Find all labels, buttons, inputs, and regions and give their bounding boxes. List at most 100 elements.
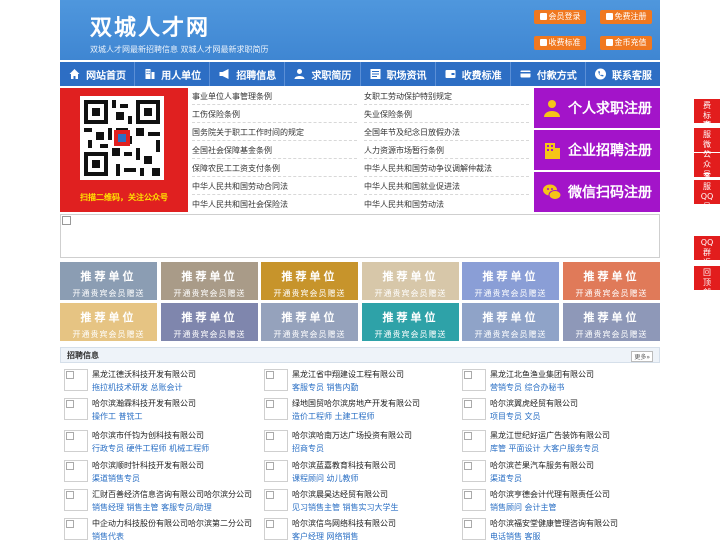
company-logo[interactable] (264, 460, 288, 482)
job-listing[interactable]: 黑龙江世纪好运广告装饰有限公司 库管 平面设计 大客户服务专员 (458, 428, 654, 456)
price-icon (539, 39, 547, 46)
qr-code-icon (80, 96, 164, 180)
law-link[interactable]: 中华人民共和国劳动法 (364, 199, 444, 210)
company-logo[interactable] (264, 369, 288, 391)
nav-news[interactable]: 职场资讯 (361, 62, 436, 86)
job-listing[interactable]: 哈尔滨顺时针科技开发有限公司 渠道销售专员 (60, 458, 256, 486)
law-link[interactable]: 中华人民共和国就业促进法 (364, 181, 460, 192)
company-register-button[interactable]: 企业招聘注册 (534, 130, 660, 170)
divider (364, 140, 529, 141)
pricing-button[interactable]: 收费标准 (534, 36, 586, 50)
company-logo[interactable] (462, 430, 486, 452)
law-link[interactable]: 中华人民共和国社会保险法 (192, 199, 288, 210)
info-section: 扫描二维码，关注公众号 事业单位人事管理条例 工伤保险条例 国务院关于职工工作时… (60, 88, 660, 212)
law-link[interactable]: 女职工劳动保护特别规定 (364, 91, 452, 102)
recommend-tile[interactable]: 推荐单位 开通贵宾会员赠送 (362, 262, 459, 300)
nav-employers[interactable]: 用人单位 (135, 62, 211, 86)
job-listing[interactable]: 黑龙江德沃科技开发有限公司 拖拉机技术研发 总账会计 (60, 367, 256, 395)
main-nav: 网站首页 用人单位 招聘信息 求职简历 职场资讯 收费标准 付款方式 联系客服 (60, 62, 660, 86)
nav-payment[interactable]: 付款方式 (511, 62, 586, 86)
recommend-tile[interactable]: 推荐单位 开通贵宾会员赠送 (462, 262, 559, 300)
login-button[interactable]: 会员登录 (534, 10, 586, 24)
company-logo[interactable] (462, 398, 486, 420)
float-back-to-top[interactable]: 返回顶部 (694, 258, 720, 297)
wechat-register-button[interactable]: 微信扫码注册 (534, 172, 660, 212)
personal-register-button[interactable]: 个人求职注册 (534, 88, 660, 128)
divider (192, 104, 357, 105)
float-qq-group[interactable]: QQ群 (694, 236, 720, 260)
nav-jobs[interactable]: 招聘信息 (210, 62, 286, 86)
nav-pricing[interactable]: 收费标准 (436, 62, 511, 86)
wallet-icon (445, 70, 456, 78)
company-logo[interactable] (462, 518, 486, 540)
company-logo[interactable] (64, 430, 88, 452)
company-logo[interactable] (264, 489, 288, 511)
recharge-button[interactable]: 金币充值 (600, 36, 652, 50)
company-logo[interactable] (64, 518, 88, 540)
company-logo[interactable] (462, 489, 486, 511)
law-link[interactable]: 全国年节及纪念日放假办法 (364, 127, 460, 138)
law-link[interactable]: 中华人民共和国劳动争议调解仲裁法 (364, 163, 492, 174)
recommend-tile[interactable]: 推荐单位 开通贵宾会员赠送 (161, 303, 258, 341)
law-link[interactable]: 全国社会保障基金条例 (192, 145, 272, 156)
register-button[interactable]: 免费注册 (600, 10, 652, 24)
company-logo[interactable] (64, 460, 88, 482)
site-header: 双城人才网 双城人才网最新招聘信息 双城人才网最新求职简历 会员登录 免费注册 … (60, 0, 660, 60)
site-logo[interactable]: 双城人才网 (90, 10, 210, 42)
law-link[interactable]: 人力资源市场暂行条例 (364, 145, 444, 156)
recommend-tile[interactable]: 推荐单位 开通贵宾会员赠送 (261, 262, 358, 300)
company-logo[interactable] (462, 460, 486, 482)
job-listing[interactable]: 汇财百善经济信息咨询有限公司哈尔滨分公司 销售经理 销售主管 客服专员/助理 (60, 487, 256, 515)
law-link[interactable]: 工伤保险条例 (192, 109, 240, 120)
job-listing[interactable]: 哈尔滨芒果汽车服务有限公司 渠道专员 (458, 458, 654, 486)
site-subtitle: 双城人才网最新招聘信息 双城人才网最新求职简历 (90, 45, 269, 54)
law-link[interactable]: 保障农民工工资支付条例 (192, 163, 280, 174)
float-wechat[interactable]: 客服微信 (694, 120, 720, 159)
company-logo[interactable] (462, 369, 486, 391)
law-link[interactable]: 失业保险条例 (364, 109, 412, 120)
divider (364, 194, 529, 195)
job-listing[interactable]: 哈尔滨市仟钧为创科技有限公司 行政专员 硬件工程师 机械工程师 (60, 428, 256, 456)
ad-banner[interactable] (60, 214, 660, 258)
recommend-tile[interactable]: 推荐单位 开通贵宾会员赠送 (161, 262, 258, 300)
divider (364, 176, 529, 177)
recommend-tile[interactable]: 推荐单位 开通贵宾会员赠送 (563, 262, 660, 300)
job-listing[interactable]: 哈尔滨哈南万达广场投资有限公司 招商专员 (260, 428, 456, 456)
recommend-tile[interactable]: 推荐单位 开通贵宾会员赠送 (60, 303, 157, 341)
job-listing[interactable]: 哈尔滨晨昊达经贸有限公司 见习销售主管 销售实习大学生 (260, 487, 456, 515)
more-link[interactable]: 更多» (631, 351, 653, 362)
divider (364, 122, 529, 123)
nav-resumes[interactable]: 求职简历 (285, 62, 361, 86)
float-qq[interactable]: 客服QQ号 (694, 172, 720, 211)
recommend-tile[interactable]: 推荐单位 开通贵宾会员赠送 (362, 303, 459, 341)
nav-support[interactable]: 联系客服 (586, 62, 660, 86)
law-link[interactable]: 国务院关于职工工作时间的规定 (192, 127, 304, 138)
job-listing[interactable]: 哈尔滨翼虎经贸有限公司 项目专员 文员 (458, 396, 654, 424)
company-logo[interactable] (64, 369, 88, 391)
company-icon (545, 143, 560, 159)
divider (192, 194, 357, 195)
recommend-tile[interactable]: 推荐单位 开通贵宾会员赠送 (462, 303, 559, 341)
recommend-tile[interactable]: 推荐单位 开通贵宾会员赠送 (60, 262, 157, 300)
job-listing[interactable]: 哈尔滨瀚霖科技开发有限公司 操作工 普铣工 (60, 396, 256, 424)
job-listing[interactable]: 绿地国贸哈尔滨房地产开发有限公司 造价工程师 土建工程师 (260, 396, 456, 424)
company-logo[interactable] (264, 398, 288, 420)
recommend-tile[interactable]: 推荐单位 开通贵宾会员赠送 (563, 303, 660, 341)
job-listing[interactable]: 哈尔滨亨德会计代理有限责任公司 销售顾问 会计主管 (458, 487, 654, 515)
company-logo[interactable] (64, 398, 88, 420)
person-icon (544, 100, 560, 117)
page: 双城人才网 双城人才网最新招聘信息 双城人才网最新求职简历 会员登录 免费注册 … (60, 0, 660, 541)
broken-image-icon (62, 216, 71, 225)
law-link[interactable]: 事业单位人事管理条例 (192, 91, 272, 102)
job-listing[interactable]: 哈尔滨蓝嘉教育科技有限公司 课程顾问 幼儿教师 (260, 458, 456, 486)
nav-home[interactable]: 网站首页 (60, 62, 136, 86)
company-logo[interactable] (64, 489, 88, 511)
recommend-tile[interactable]: 推荐单位 开通贵宾会员赠送 (261, 303, 358, 341)
job-listing[interactable]: 黑龙江北鱼渔业集团有限公司 营销专员 综合办秘书 (458, 367, 654, 395)
company-logo[interactable] (264, 518, 288, 540)
phone-icon (594, 68, 606, 80)
job-listing[interactable]: 黑龙江省中翔建设工程有限公司 客服专员 销售内勤 (260, 367, 456, 395)
company-logo[interactable] (264, 430, 288, 452)
law-link[interactable]: 中华人民共和国劳动合同法 (192, 181, 288, 192)
register-icon (605, 13, 613, 20)
